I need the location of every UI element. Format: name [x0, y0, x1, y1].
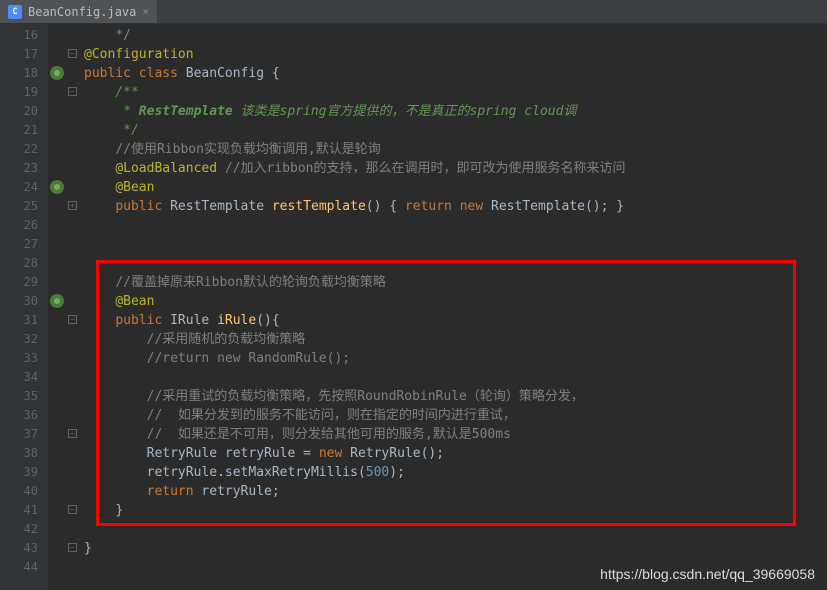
code-line[interactable]: //覆盖掉原来Ribbon默认的轮询负载均衡策略	[84, 273, 827, 292]
editor-tab[interactable]: C BeanConfig.java ×	[0, 0, 157, 23]
line-number: 41	[0, 501, 38, 520]
line-number: 19	[0, 83, 38, 102]
line-number: 42	[0, 520, 38, 539]
line-number: 33	[0, 349, 38, 368]
code-line[interactable]: // 如果分发到的服务不能访问，则在指定的时间内进行重试，	[84, 406, 827, 425]
code-area[interactable]: */@Configurationpublic class BeanConfig …	[48, 24, 827, 590]
code-line[interactable]: public class BeanConfig {	[84, 64, 827, 83]
code-line[interactable]: public RestTemplate restTemplate() { ret…	[84, 197, 827, 216]
tab-filename: BeanConfig.java	[28, 5, 136, 19]
line-number: 16	[0, 26, 38, 45]
line-number: 40	[0, 482, 38, 501]
code-line[interactable]	[84, 254, 827, 273]
code-line[interactable]: //使用Ribbon实现负载均衡调用,默认是轮询	[84, 140, 827, 159]
java-class-icon: C	[8, 5, 22, 19]
code-line[interactable]: //采用随机的负载均衡策略	[84, 330, 827, 349]
line-number: 36	[0, 406, 38, 425]
line-number-gutter: 1617181920212223242526272829303132333435…	[0, 24, 48, 590]
code-line[interactable]: * RestTemplate 该类是spring官方提供的，不是真正的sprin…	[84, 102, 827, 121]
code-line[interactable]: //采用重试的负载均衡策略，先按照RoundRobinRule（轮询）策略分发，	[84, 387, 827, 406]
line-number: 17	[0, 45, 38, 64]
code-line[interactable]: @Configuration	[84, 45, 827, 64]
line-number: 43	[0, 539, 38, 558]
line-number: 44	[0, 558, 38, 577]
code-line[interactable]: }	[84, 539, 827, 558]
line-number: 28	[0, 254, 38, 273]
line-number: 22	[0, 140, 38, 159]
line-number: 30	[0, 292, 38, 311]
code-line[interactable]: RetryRule retryRule = new RetryRule();	[84, 444, 827, 463]
code-line[interactable]	[84, 368, 827, 387]
code-line[interactable]: public IRule iRule(){	[84, 311, 827, 330]
line-number: 35	[0, 387, 38, 406]
code-line[interactable]: }	[84, 501, 827, 520]
code-line[interactable]: // 如果还是不可用，则分发给其他可用的服务,默认是500ms	[84, 425, 827, 444]
code-line[interactable]: */	[84, 121, 827, 140]
line-number: 24	[0, 178, 38, 197]
line-number: 18	[0, 64, 38, 83]
line-number: 27	[0, 235, 38, 254]
line-number: 39	[0, 463, 38, 482]
code-editor[interactable]: 1617181920212223242526272829303132333435…	[0, 24, 827, 590]
code-line[interactable]: retryRule.setMaxRetryMillis(500);	[84, 463, 827, 482]
line-number: 26	[0, 216, 38, 235]
code-line[interactable]: @Bean	[84, 292, 827, 311]
code-line[interactable]: @Bean	[84, 178, 827, 197]
line-number: 23	[0, 159, 38, 178]
line-number: 38	[0, 444, 38, 463]
line-number: 32	[0, 330, 38, 349]
code-line[interactable]: //return new RandomRule();	[84, 349, 827, 368]
watermark-text: https://blog.csdn.net/qq_39669058	[600, 566, 815, 582]
code-line[interactable]: @LoadBalanced //加入ribbon的支持，那么在调用时，即可改为使…	[84, 159, 827, 178]
tab-bar: C BeanConfig.java ×	[0, 0, 827, 24]
code-line[interactable]	[84, 235, 827, 254]
code-line[interactable]	[84, 216, 827, 235]
close-icon[interactable]: ×	[142, 5, 149, 18]
line-number: 21	[0, 121, 38, 140]
line-number: 37	[0, 425, 38, 444]
line-number: 34	[0, 368, 38, 387]
code-line[interactable]: /**	[84, 83, 827, 102]
line-number: 20	[0, 102, 38, 121]
line-number: 29	[0, 273, 38, 292]
code-line[interactable]: */	[84, 26, 827, 45]
line-number: 31	[0, 311, 38, 330]
line-number: 25	[0, 197, 38, 216]
code-line[interactable]	[84, 520, 827, 539]
code-line[interactable]: return retryRule;	[84, 482, 827, 501]
